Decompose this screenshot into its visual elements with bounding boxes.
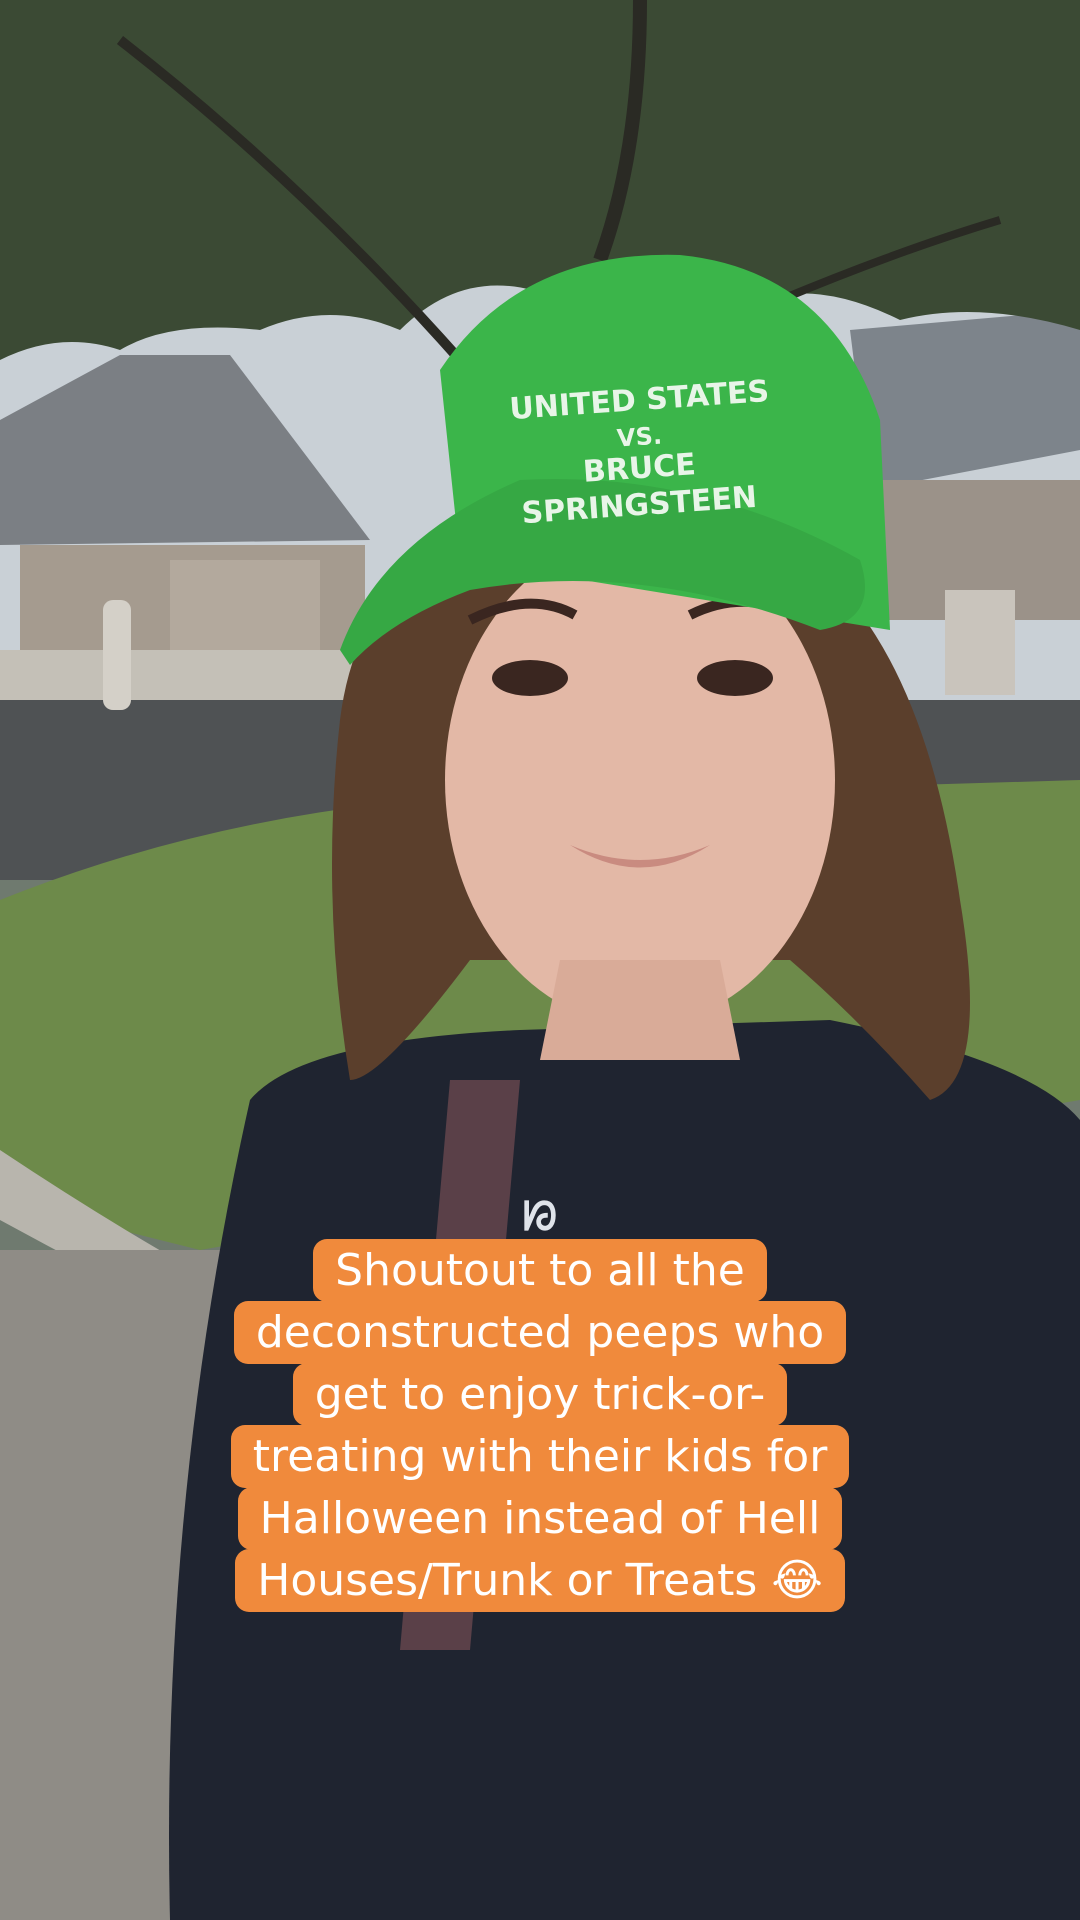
caption-line: Halloween instead of Hell [237,1487,843,1550]
caption-line: Shoutout to all the [313,1239,767,1302]
caption-line: deconstructed peeps who [233,1301,847,1364]
selfie-photo: UNITED STATES VS. BRUCE SPRINGSTEEN ᘗ [0,0,1080,1920]
hoodie-logo: ᘗ [523,1194,557,1240]
caption-overlay: Shoutout to all the deconstructed peeps … [0,1239,1080,1612]
neck [540,960,740,1060]
garage-door [170,560,320,660]
caption-line: treating with their kids for [230,1425,850,1488]
svg-text:VS.: VS. [616,421,663,452]
caption-line: get to enjoy trick-or- [292,1363,788,1426]
caption-line: Houses/Trunk or Treats 😂 [235,1549,845,1612]
background-person [103,600,131,710]
mailbox-pillar [945,590,1015,695]
